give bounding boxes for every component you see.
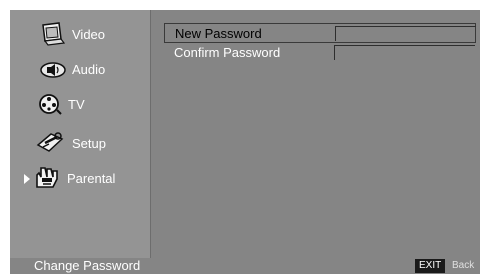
- sidebar-item-tv[interactable]: TV: [10, 88, 150, 120]
- settings-window: Video Audio TV Setup Parental New Passwo…: [10, 10, 480, 258]
- sidebar-divider: [150, 10, 151, 258]
- sidebar-item-audio[interactable]: Audio: [10, 53, 150, 85]
- status-bar: Change Password EXIT Back: [10, 258, 480, 274]
- sidebar-item-parental[interactable]: Parental: [10, 162, 150, 194]
- confirm-password-label: Confirm Password: [174, 45, 281, 60]
- wrench-icon: [35, 128, 65, 158]
- new-password-row[interactable]: New Password: [164, 23, 476, 43]
- new-password-label: New Password: [175, 26, 262, 41]
- tv-reel-icon: [35, 89, 65, 119]
- sidebar-item-label: Video: [72, 26, 106, 42]
- sidebar-item-video[interactable]: Video: [10, 18, 150, 50]
- speaker-icon: [38, 54, 68, 84]
- monitor-icon: [38, 19, 68, 49]
- sidebar-item-label: Parental: [67, 170, 116, 186]
- selected-arrow-icon: [24, 174, 30, 184]
- confirm-password-field[interactable]: [334, 45, 475, 60]
- confirm-password-row[interactable]: Confirm Password: [164, 43, 476, 63]
- sidebar-item-setup[interactable]: Setup: [10, 127, 150, 159]
- status-title: Change Password: [34, 258, 141, 273]
- settings-sidebar: Video Audio TV Setup Parental: [10, 10, 150, 258]
- parental-hand-icon: [33, 163, 63, 193]
- exit-button[interactable]: EXIT: [415, 259, 446, 273]
- sidebar-item-label: Setup: [72, 135, 106, 151]
- sidebar-item-label: TV: [68, 96, 85, 112]
- new-password-field[interactable]: [335, 26, 476, 41]
- back-label: Back: [452, 260, 475, 271]
- sidebar-item-label: Audio: [72, 61, 106, 77]
